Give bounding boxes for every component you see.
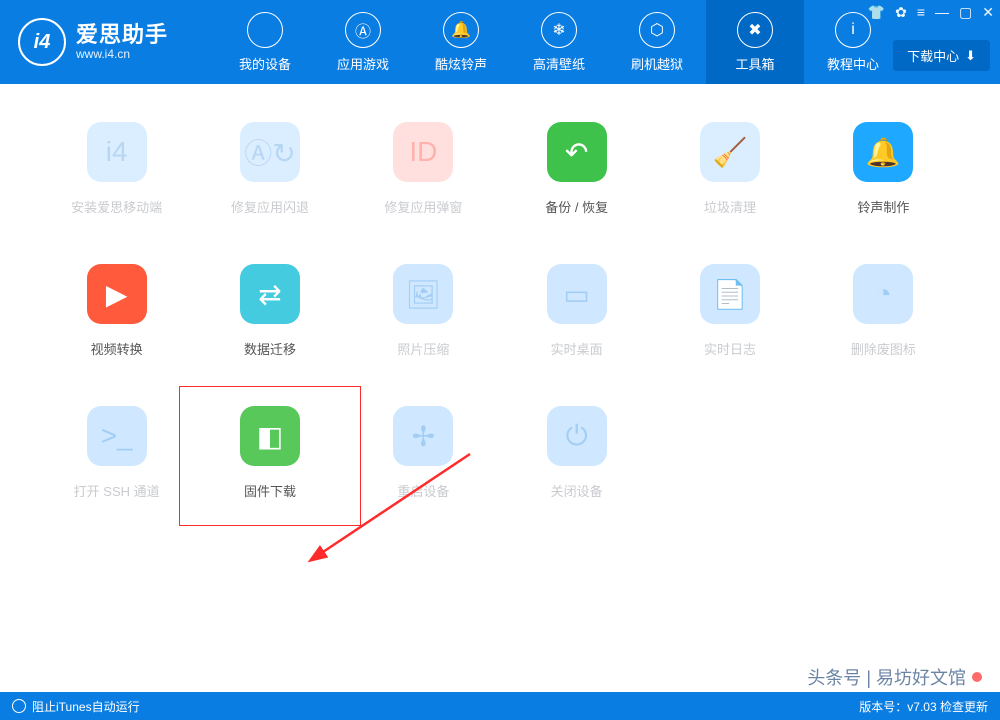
tool-label: 垃圾清理 (704, 197, 756, 216)
tool-photo-compress[interactable]: 🖼 照片压缩 (357, 264, 490, 358)
nav-device[interactable]: 我的设备 (216, 0, 314, 84)
tool-label: 铃声制作 (857, 197, 909, 216)
fix-crash-icon: Ⓐ↻ (240, 122, 300, 182)
data-migrate-icon: ⇄ (240, 264, 300, 324)
fix-popup-icon: ID (393, 122, 453, 182)
download-center-button[interactable]: 下载中心 ⬇ (893, 40, 990, 71)
tool-label: 删除废图标 (851, 339, 916, 358)
tutorial-icon: i (835, 12, 871, 48)
tool-label: 打开 SSH 通道 (74, 481, 160, 500)
tool-video-convert[interactable]: ▶ 视频转换 (50, 264, 183, 358)
menu-icon[interactable]: ≡ (917, 4, 925, 21)
ringtone-make-icon: 🔔 (853, 122, 913, 182)
close-icon[interactable]: ✕ (982, 4, 994, 21)
logo-icon: i4 (18, 18, 66, 66)
nav-label: 工具箱 (735, 54, 774, 73)
tool-label: 安装爱思移动端 (71, 197, 162, 216)
open-ssh-icon: >_ (87, 406, 147, 466)
tool-ringtone-make[interactable]: 🔔 铃声制作 (817, 122, 950, 216)
tool-label: 固件下载 (244, 481, 296, 500)
flash-icon: ⬡ (639, 12, 675, 48)
tool-restart-device[interactable]: ✢ 重启设备 (357, 406, 490, 500)
wallpaper-icon: ❄ (541, 12, 577, 48)
nav-label: 高清壁纸 (533, 54, 585, 73)
minimize-icon[interactable]: — (935, 4, 949, 21)
trash-clean-icon: 🧹 (700, 122, 760, 182)
tool-label: 视频转换 (91, 339, 143, 358)
tool-trash-clean[interactable]: 🧹 垃圾清理 (663, 122, 796, 216)
nav-label: 应用游戏 (337, 54, 389, 73)
tool-label: 照片压缩 (397, 339, 449, 358)
del-dead-icon-icon: ◔ (853, 264, 913, 324)
device-icon (247, 12, 283, 48)
download-icon: ⬇ (965, 48, 976, 64)
tool-label: 修复应用闪退 (231, 197, 309, 216)
tools-icon: ✖ (737, 12, 773, 48)
tool-fix-popup[interactable]: ID 修复应用弹窗 (357, 122, 490, 216)
tool-label: 备份 / 恢复 (545, 197, 608, 216)
nav-apps[interactable]: Ⓐ 应用游戏 (314, 0, 412, 84)
version-info[interactable]: 版本号：v7.03 检查更新 (859, 698, 988, 715)
tool-del-dead-icon[interactable]: ◔ 删除废图标 (817, 264, 950, 358)
tool-data-migrate[interactable]: ⇄ 数据迁移 (203, 264, 336, 358)
nav-flash[interactable]: ⬡ 刷机越狱 (608, 0, 706, 84)
tool-label: 数据迁移 (244, 339, 296, 358)
apps-icon: Ⓐ (345, 12, 381, 48)
tool-install-mobile[interactable]: i4 安装爱思移动端 (50, 122, 183, 216)
photo-compress-icon: 🖼 (393, 264, 453, 324)
status-bar: 阻止iTunes自动运行 版本号：v7.03 检查更新 (0, 692, 1000, 720)
backup-restore-icon: ↶ (547, 122, 607, 182)
tool-shutdown-device[interactable]: ⏻ 关闭设备 (510, 406, 643, 500)
tool-fix-crash[interactable]: Ⓐ↻ 修复应用闪退 (203, 122, 336, 216)
tool-label: 实时日志 (704, 339, 756, 358)
nav-label: 教程中心 (827, 54, 879, 73)
tool-backup-restore[interactable]: ↶ 备份 / 恢复 (510, 122, 643, 216)
nav-label: 刷机越狱 (631, 54, 683, 73)
app-name: 爱思助手 (76, 23, 168, 47)
nav-label: 我的设备 (239, 54, 291, 73)
video-convert-icon: ▶ (87, 264, 147, 324)
nav-tools[interactable]: ✖ 工具箱 (706, 0, 804, 84)
live-desktop-icon: ▭ (547, 264, 607, 324)
tool-label: 关闭设备 (551, 481, 603, 500)
maximize-icon[interactable]: ▢ (959, 4, 972, 21)
tool-firmware-dl[interactable]: ◧ 固件下载 (203, 406, 336, 500)
restart-device-icon: ✢ (393, 406, 453, 466)
tools-panel: i4 安装爱思移动端 Ⓐ↻ 修复应用闪退 ID 修复应用弹窗 ↶ 备份 / 恢复 🧹 垃圾清理 🔔 铃… (0, 84, 1000, 692)
nav-label: 酷炫铃声 (435, 54, 487, 73)
app-domain: www.i4.cn (76, 48, 168, 61)
radio-off-icon (12, 699, 26, 713)
ringtone-icon: 🔔 (443, 12, 479, 48)
theme-icon[interactable]: 👕 (868, 4, 885, 21)
settings-icon[interactable]: ✿ (895, 4, 907, 21)
tool-label: 重启设备 (397, 481, 449, 500)
tool-open-ssh[interactable]: >_ 打开 SSH 通道 (50, 406, 183, 500)
nav-ringtone[interactable]: 🔔 酷炫铃声 (412, 0, 510, 84)
app-logo: i4 爱思助手 www.i4.cn (0, 0, 216, 84)
install-mobile-icon: i4 (87, 122, 147, 182)
window-controls: 👕 ✿ ≡ — ▢ ✕ (868, 4, 994, 21)
app-header: i4 爱思助手 www.i4.cn 我的设备 Ⓐ 应用游戏 🔔 酷炫铃声 ❄ 高清壁纸 ⬡ 刷机… (0, 0, 1000, 84)
shutdown-device-icon: ⏻ (547, 406, 607, 466)
tool-label: 修复应用弹窗 (384, 197, 462, 216)
tool-live-log[interactable]: 📄 实时日志 (663, 264, 796, 358)
firmware-dl-icon: ◧ (240, 406, 300, 466)
tool-live-desktop[interactable]: ▭ 实时桌面 (510, 264, 643, 358)
itunes-block-toggle[interactable]: 阻止iTunes自动运行 (12, 698, 140, 715)
nav-wallpaper[interactable]: ❄ 高清壁纸 (510, 0, 608, 84)
tool-label: 实时桌面 (551, 339, 603, 358)
live-log-icon: 📄 (700, 264, 760, 324)
